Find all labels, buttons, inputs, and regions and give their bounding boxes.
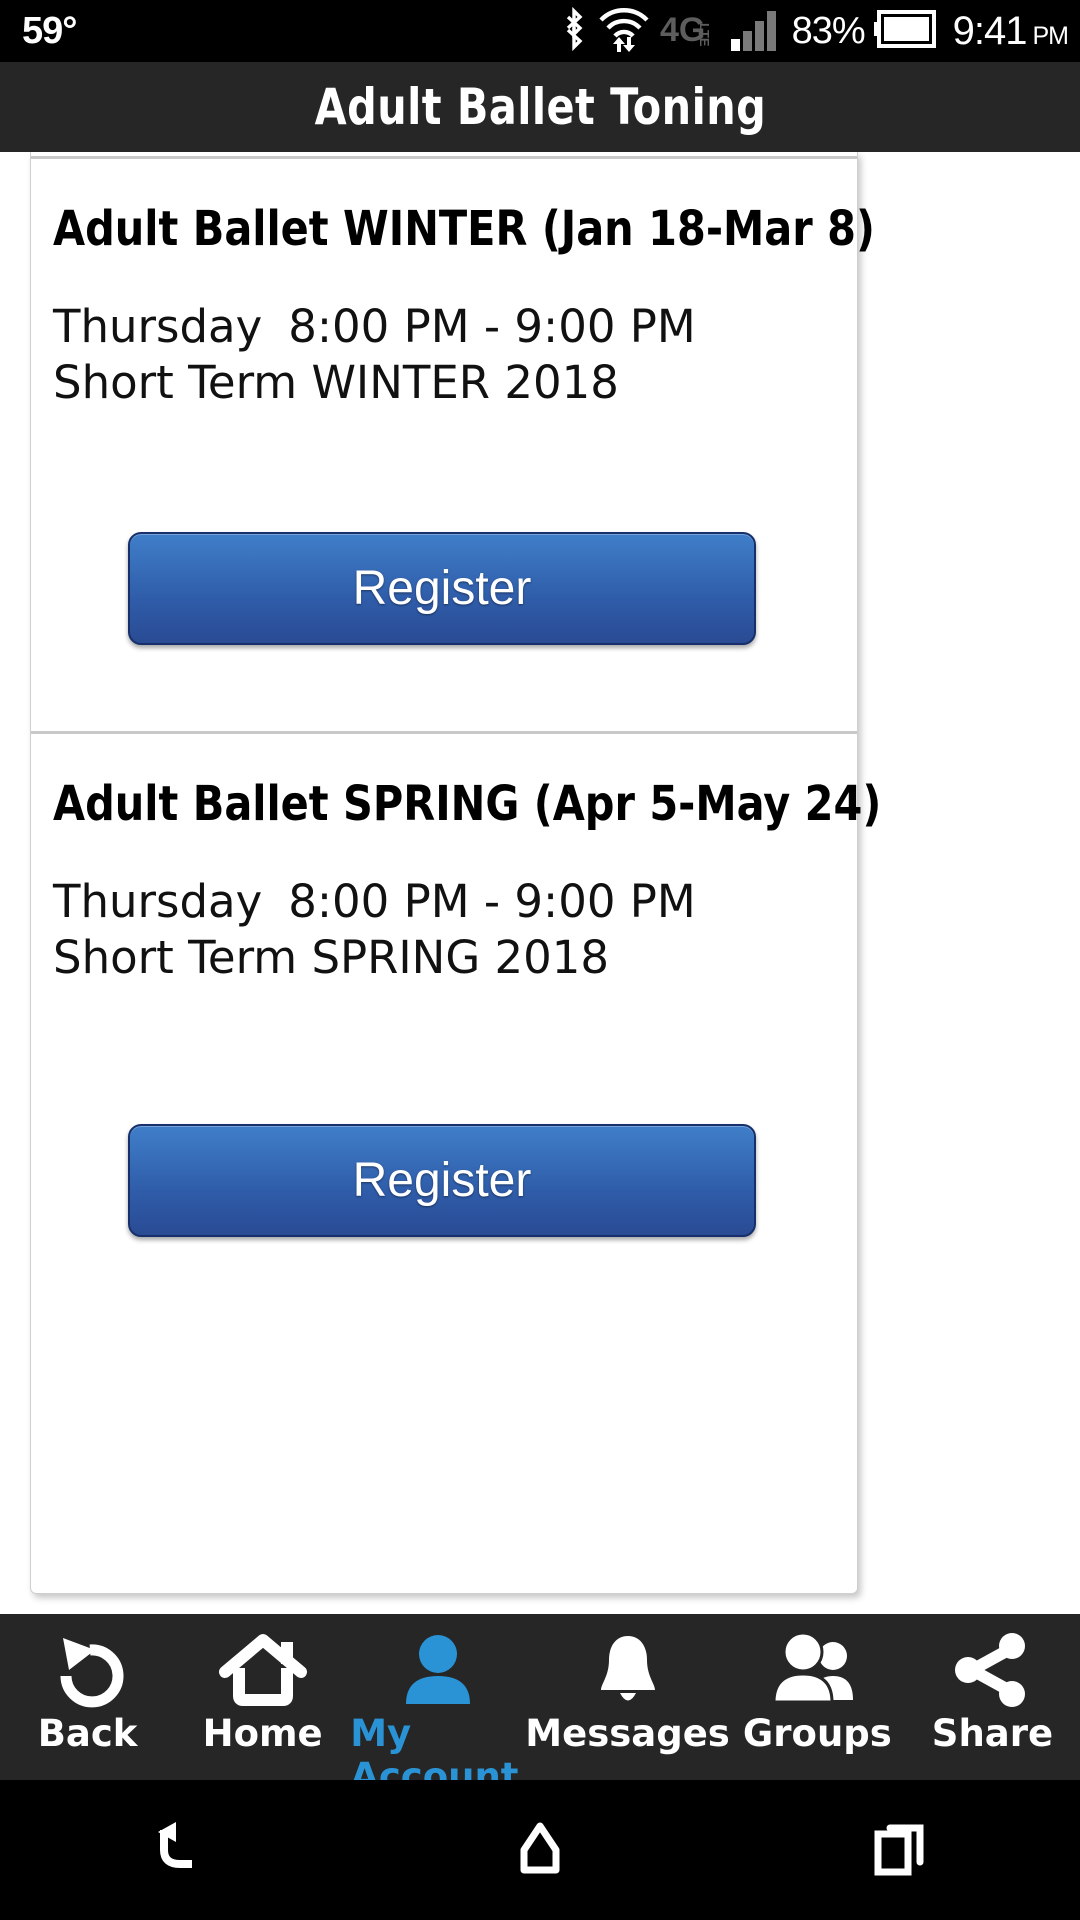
- share-nodes-icon: [950, 1632, 1034, 1708]
- clock-time: 9:41: [952, 9, 1028, 53]
- bluetooth-icon: [560, 6, 588, 56]
- status-clock: 9:41 PM: [952, 9, 1069, 53]
- clock-ampm: PM: [1032, 22, 1069, 50]
- system-recents-icon: [868, 1816, 932, 1885]
- people-group-icon: [769, 1632, 865, 1708]
- class-time: 8:00 PM - 9:00 PM: [288, 875, 696, 928]
- class-day: Thursday: [53, 300, 263, 353]
- data-transfer-icon: [612, 36, 635, 52]
- app-header: Adult Ballet Toning: [0, 62, 1080, 152]
- register-button-label: Register: [352, 562, 532, 615]
- nav-item-back[interactable]: Back: [0, 1614, 175, 1780]
- class-schedule-text: Thursday 8:00 PM - 9:00 PMShort Term SPRI…: [53, 874, 773, 987]
- system-navigation-bar: [0, 1780, 1080, 1920]
- class-title: Adult Ballet SPRING (Apr 5-May 24): [53, 776, 882, 832]
- class-schedule-text: Thursday 8:00 PM - 9:00 PMShort Term WINT…: [53, 299, 773, 412]
- register-button[interactable]: Register: [128, 1124, 756, 1237]
- signal-bars-icon: [730, 7, 783, 56]
- battery-percent-label: 83%: [791, 10, 866, 52]
- class-list-card: Adult Ballet WINTER (Jan 18-Mar 8) Thurs…: [30, 152, 882, 1594]
- bottom-navigation-bar: Back Home My Account Messages Groups Sha…: [0, 1614, 1080, 1798]
- nav-item-messages[interactable]: Messages: [525, 1614, 730, 1780]
- register-button[interactable]: Register: [128, 532, 756, 645]
- wifi-icon: [597, 6, 651, 57]
- list-item[interactable]: Adult Ballet WINTER (Jan 18-Mar 8) Thurs…: [31, 159, 875, 731]
- nav-item-label: Back: [37, 1712, 138, 1755]
- system-home-button[interactable]: [360, 1780, 720, 1920]
- class-title: Adult Ballet WINTER (Jan 18-Mar 8): [53, 201, 875, 257]
- phone-screen: 59° 4G LTE 83% 9:41 PM Adult Ballet Toni…: [0, 0, 1080, 1920]
- svg-text:LTE: LTE: [697, 23, 712, 47]
- system-back-icon: [148, 1816, 212, 1885]
- nav-item-share[interactable]: Share: [905, 1614, 1080, 1780]
- nav-item-label: Groups: [742, 1712, 892, 1755]
- list-item[interactable]: Adult Ballet SPRING (Apr 5-May 24) Thurs…: [31, 731, 882, 1589]
- status-bar: 59° 4G LTE 83% 9:41 PM: [0, 0, 1080, 62]
- nav-item-home[interactable]: Home: [175, 1614, 350, 1780]
- nav-item-label: Messages: [525, 1712, 730, 1755]
- lte-icon: 4G LTE: [660, 9, 722, 54]
- system-home-icon: [508, 1816, 572, 1885]
- person-icon: [398, 1632, 478, 1708]
- status-icons: 4G LTE 83% 9:41 PM: [560, 6, 1069, 57]
- nav-item-label: Home: [202, 1712, 323, 1755]
- nav-item-groups[interactable]: Groups: [730, 1614, 905, 1780]
- content-area[interactable]: Adult Ballet WINTER (Jan 18-Mar 8) Thurs…: [0, 152, 1080, 1614]
- undo-arrow-icon: [45, 1632, 131, 1708]
- temperature-indicator: 59°: [22, 10, 77, 52]
- class-term: Short Term SPRING 2018: [53, 931, 610, 985]
- nav-item-label: Share: [931, 1712, 1054, 1755]
- battery-icon: [873, 9, 936, 53]
- class-time: 8:00 PM - 9:00 PM: [288, 300, 696, 353]
- system-back-button[interactable]: [0, 1780, 360, 1920]
- class-term: Short Term WINTER 2018: [53, 356, 619, 410]
- list-top-divider: [31, 152, 857, 159]
- register-button-label: Register: [352, 1154, 532, 1207]
- house-icon: [218, 1632, 307, 1708]
- class-day: Thursday: [53, 875, 263, 928]
- system-recents-button[interactable]: [720, 1780, 1080, 1920]
- page-title: Adult Ballet Toning: [314, 78, 766, 136]
- nav-item-my-account[interactable]: My Account: [350, 1614, 525, 1798]
- bell-icon: [591, 1632, 665, 1708]
